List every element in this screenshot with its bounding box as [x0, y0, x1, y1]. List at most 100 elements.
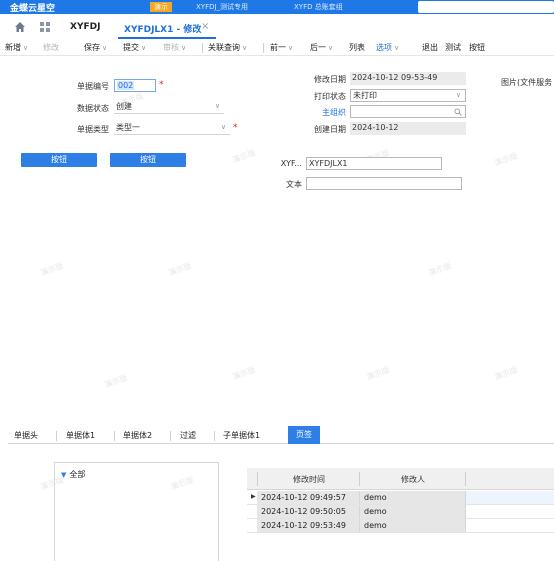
- tab-divider: [214, 431, 215, 441]
- cell-time: 2024-10-12 09:50:05: [261, 507, 346, 516]
- tab-divider: [56, 431, 57, 441]
- toolbar-divider: [202, 43, 203, 53]
- test-button[interactable]: 测试: [445, 42, 461, 53]
- custom-button[interactable]: 按钮: [469, 42, 485, 53]
- tab-divider: [114, 431, 115, 441]
- doc-no-label: 单据编号: [77, 82, 109, 91]
- chevron-down-icon: ∨: [242, 44, 248, 52]
- modified-date-value: 2024-10-12 09-53-49: [350, 72, 466, 85]
- tab-row: XYFDJ XYFDJLX1 - 修改 ×: [0, 14, 554, 40]
- home-icon[interactable]: [14, 21, 26, 33]
- header-divider: [465, 472, 466, 486]
- watermark: 演示版: [427, 261, 453, 278]
- table-row[interactable]: ▶ 2024-10-12 09:49:57 demo: [247, 491, 554, 505]
- close-icon[interactable]: ×: [201, 21, 209, 32]
- new-button[interactable]: 新增 ∨: [5, 42, 28, 53]
- required-mark: *: [159, 80, 164, 90]
- chevron-down-icon: ∨: [328, 44, 334, 52]
- log-grid: 修改时间 修改人 ▶ 2024-10-12 09:49:57 demo 2024…: [247, 464, 554, 538]
- doc-no-input[interactable]: 002: [114, 79, 156, 92]
- text-input[interactable]: [306, 177, 462, 190]
- app-brand[interactable]: 金蝶云星空: [10, 1, 55, 14]
- cell-time: 2024-10-12 09:49:57: [261, 493, 346, 502]
- chevron-down-icon: ∨: [220, 123, 226, 131]
- custom-button-1[interactable]: 按钮: [21, 153, 97, 167]
- image-label: 图片(文件服务: [501, 78, 553, 87]
- toolbar-divider: [263, 43, 264, 53]
- chevron-down-icon: ∨: [23, 44, 29, 52]
- type-label: 单据类型: [77, 125, 109, 134]
- print-status-label: 打印状态: [314, 92, 346, 101]
- exit-button[interactable]: 退出: [422, 42, 438, 53]
- tab-filter[interactable]: 过滤: [180, 430, 196, 441]
- audit-button[interactable]: 审核 ∨: [163, 42, 186, 53]
- list-button[interactable]: 列表: [349, 42, 365, 53]
- watermark: 演示版: [231, 148, 257, 165]
- chevron-down-icon: ∨: [214, 102, 220, 110]
- header-divider: [359, 472, 360, 486]
- modified-date-label: 修改日期: [314, 75, 346, 84]
- status-select[interactable]: 创建 ∨: [114, 101, 224, 114]
- prev-button[interactable]: 前一 ∨: [270, 42, 293, 53]
- chevron-down-icon: ∨: [394, 44, 400, 52]
- main-org-label[interactable]: 主组织: [296, 107, 346, 118]
- col-modified-time[interactable]: 修改时间: [259, 474, 359, 485]
- tab-xyfdjlx1-edit[interactable]: XYFDJLX1 - 修改: [124, 22, 201, 35]
- text-label: 文本: [286, 180, 302, 189]
- tab-page[interactable]: 页签: [288, 426, 320, 444]
- tab-divider: [170, 431, 171, 441]
- table-row[interactable]: 2024-10-12 09:53:49 demo: [247, 519, 554, 533]
- caret-down-icon: ▼: [61, 471, 67, 479]
- watermark: 演示版: [493, 151, 519, 168]
- table-row[interactable]: 2024-10-12 09:50:05 demo: [247, 505, 554, 519]
- created-date-value: 2024-10-12: [350, 122, 466, 135]
- search-icon[interactable]: [454, 108, 462, 116]
- apps-grid-icon[interactable]: [40, 22, 50, 32]
- chevron-down-icon: ∨: [455, 91, 461, 99]
- watermark: 演示版: [493, 365, 519, 382]
- chevron-down-icon: ∨: [141, 44, 147, 52]
- cell-time: 2024-10-12 09:53:49: [261, 521, 346, 530]
- type-select[interactable]: 类型一 ∨: [114, 122, 230, 135]
- main-org-input[interactable]: [350, 105, 466, 118]
- toolbar: 新增 ∨ 修改 保存 ∨ 提交 ∨ 审核 ∨ 关联查询 ∨ 前一 ∨ 后一 ∨ 列表 选项 ∨ …: [0, 40, 554, 56]
- xyf-input[interactable]: XYFDJLX1: [306, 157, 442, 170]
- watermark: 演示版: [231, 365, 257, 382]
- related-query-button[interactable]: 关联查询 ∨: [208, 42, 247, 53]
- print-status-select[interactable]: 未打印 ∨: [350, 89, 466, 102]
- col-modifier[interactable]: 修改人: [361, 474, 465, 485]
- tab-doc-body-2[interactable]: 单据体2: [123, 430, 152, 441]
- cell-user: demo: [364, 493, 387, 502]
- active-tab-indicator: [118, 37, 216, 39]
- chevron-down-icon: ∨: [181, 44, 187, 52]
- status-label: 数据状态: [77, 104, 109, 113]
- cell-user: demo: [364, 521, 387, 530]
- save-button[interactable]: 保存 ∨: [84, 42, 107, 53]
- top-bar: 金蝶云星空 演示 XYFDJ_测试专用 XYFD 总账套组: [0, 0, 554, 14]
- modify-button[interactable]: 修改: [43, 42, 59, 53]
- required-mark: *: [233, 123, 238, 133]
- tab-doc-body-1[interactable]: 单据体1: [66, 430, 95, 441]
- created-date-label: 创建日期: [314, 125, 346, 134]
- tab-doc-header[interactable]: 单据头: [14, 430, 38, 441]
- watermark: 演示版: [365, 365, 391, 382]
- bottom-tabs: 单据头 单据体1 单据体2 过滤 子单据体1 页签: [8, 426, 554, 444]
- custom-button-2[interactable]: 按钮: [110, 153, 186, 167]
- submit-button[interactable]: 提交 ∨: [123, 42, 146, 53]
- tab-sub-doc-body-1[interactable]: 子单据体1: [223, 430, 260, 441]
- tab-xyfdj[interactable]: XYFDJ: [70, 22, 100, 32]
- watermark: 演示版: [103, 373, 129, 390]
- current-row-icon: ▶: [251, 493, 256, 500]
- demo-tag: 演示: [150, 2, 172, 12]
- cell-user: demo: [364, 507, 387, 516]
- tree-node-all[interactable]: ▼ 全部: [61, 469, 85, 480]
- org-label[interactable]: XYFD 总账套组: [294, 2, 343, 12]
- account-label[interactable]: XYFDJ_测试专用: [196, 2, 248, 12]
- next-button[interactable]: 后一 ∨: [310, 42, 333, 53]
- tree-panel: ▼ 全部: [54, 462, 219, 561]
- options-button[interactable]: 选项 ∨: [376, 42, 399, 53]
- watermark: 演示版: [167, 261, 193, 278]
- global-search-input[interactable]: [418, 1, 554, 13]
- chevron-down-icon: ∨: [102, 44, 108, 52]
- watermark: 演示版: [39, 261, 65, 278]
